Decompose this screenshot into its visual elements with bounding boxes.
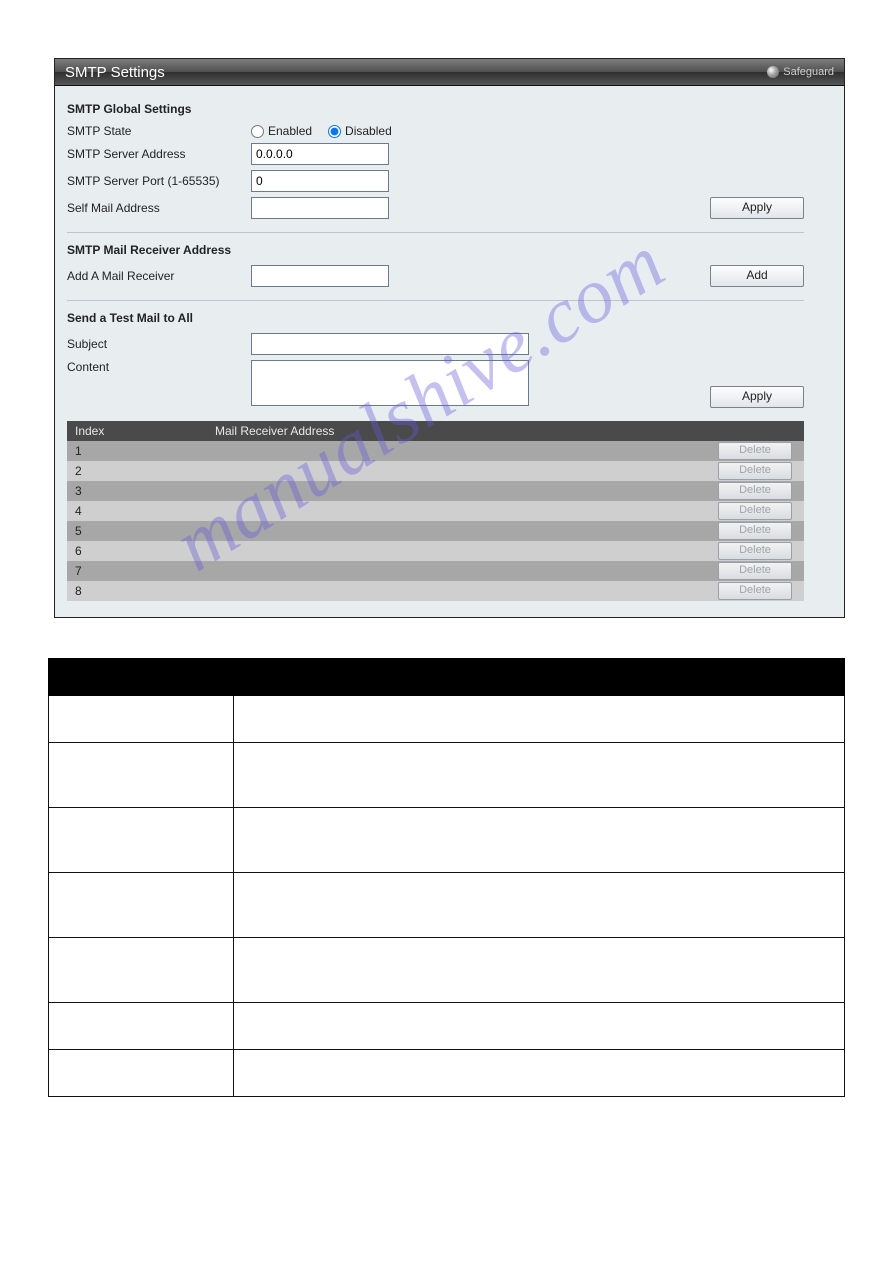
test-subject-input[interactable] [251,333,529,355]
smtp-state-disabled-option[interactable]: Disabled [328,124,392,138]
smtp-state-enabled-radio[interactable] [251,125,264,138]
delete-button[interactable]: Delete [718,482,792,500]
doc-cell-param [49,873,234,938]
safeguard-indicator: Safeguard [767,66,834,78]
receiver-section-heading: SMTP Mail Receiver Address [67,243,832,257]
row-index: 7 [67,564,215,578]
panel-title: SMTP Settings [65,64,165,81]
doc-cell-param [49,808,234,873]
doc-cell-desc [234,1050,845,1097]
smtp-state-enabled-text: Enabled [268,124,312,138]
table-row: 2 Delete [67,461,804,481]
smtp-server-port-label: SMTP Server Port (1-65535) [67,174,251,188]
delete-button[interactable]: Delete [718,562,792,580]
table-row: 5 Delete [67,521,804,541]
row-index: 2 [67,464,215,478]
global-apply-button[interactable]: Apply [710,197,804,219]
smtp-state-enabled-option[interactable]: Enabled [251,124,312,138]
test-mail-heading: Send a Test Mail to All [67,311,832,325]
smtp-state-label: SMTP State [67,124,251,138]
smtp-server-port-input[interactable] [251,170,389,192]
doc-cell-param [49,696,234,743]
add-mail-receiver-label: Add A Mail Receiver [67,269,251,283]
doc-cell-desc [234,873,845,938]
smtp-settings-panel: SMTP Settings Safeguard SMTP Global Sett… [54,58,845,618]
receiver-table-header: Index Mail Receiver Address [67,421,804,441]
doc-table-header-a [49,659,234,696]
global-settings-heading: SMTP Global Settings [67,102,832,116]
doc-cell-desc [234,1003,845,1050]
test-apply-button[interactable]: Apply [710,386,804,408]
table-row: 1 Delete [67,441,804,461]
doc-table-header-b [234,659,845,696]
delete-button[interactable]: Delete [718,502,792,520]
self-mail-address-label: Self Mail Address [67,201,251,215]
doc-cell-param [49,1003,234,1050]
section-divider [67,232,804,233]
doc-cell-desc [234,938,845,1003]
smtp-server-address-label: SMTP Server Address [67,147,251,161]
add-receiver-button[interactable]: Add [710,265,804,287]
safeguard-icon [767,66,779,78]
smtp-state-disabled-radio[interactable] [328,125,341,138]
delete-button[interactable]: Delete [718,462,792,480]
col-index-header: Index [67,424,215,438]
row-index: 3 [67,484,215,498]
test-content-textarea[interactable] [251,360,529,406]
row-index: 5 [67,524,215,538]
receiver-table: Index Mail Receiver Address 1 Delete 2 Dele… [67,421,804,601]
row-index: 6 [67,544,215,558]
table-row: 3 Delete [67,481,804,501]
doc-cell-desc [234,808,845,873]
delete-button[interactable]: Delete [718,522,792,540]
doc-cell-desc [234,743,845,808]
smtp-server-address-input[interactable] [251,143,389,165]
safeguard-label: Safeguard [783,66,834,78]
test-content-label: Content [67,360,251,374]
panel-titlebar: SMTP Settings Safeguard [55,59,844,86]
add-mail-receiver-input[interactable] [251,265,389,287]
row-index: 1 [67,444,215,458]
test-subject-label: Subject [67,337,251,351]
table-row: 8 Delete [67,581,804,601]
row-index: 4 [67,504,215,518]
doc-cell-param [49,938,234,1003]
col-address-header: Mail Receiver Address [215,424,718,438]
doc-cell-param [49,1050,234,1097]
parameter-description-table [48,658,845,1097]
delete-button[interactable]: Delete [718,442,792,460]
section-divider [67,300,804,301]
table-row: 4 Delete [67,501,804,521]
doc-cell-param [49,743,234,808]
row-index: 8 [67,584,215,598]
doc-cell-desc [234,696,845,743]
table-row: 7 Delete [67,561,804,581]
self-mail-address-input[interactable] [251,197,389,219]
table-row: 6 Delete [67,541,804,561]
smtp-state-disabled-text: Disabled [345,124,392,138]
delete-button[interactable]: Delete [718,582,792,600]
delete-button[interactable]: Delete [718,542,792,560]
